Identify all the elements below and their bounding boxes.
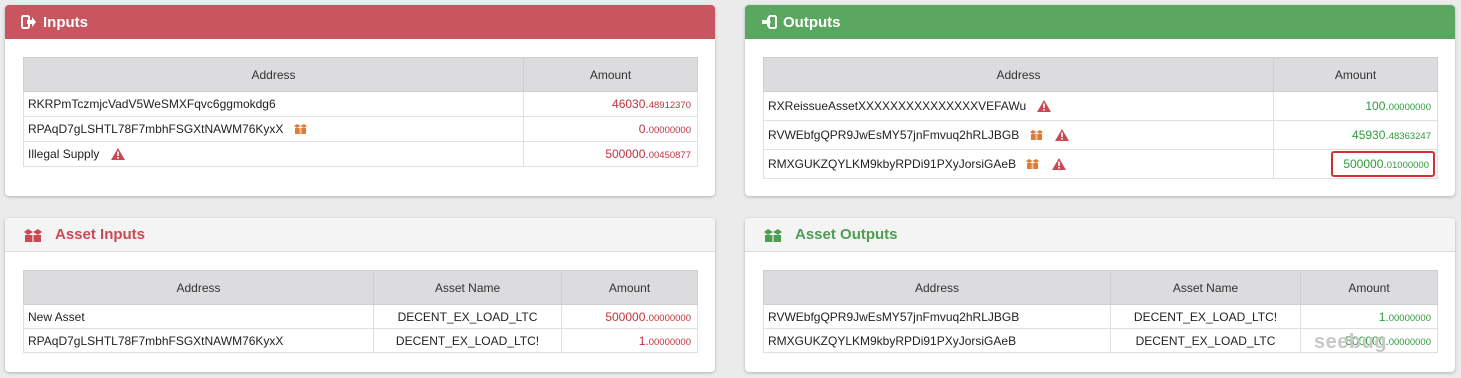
inputs-table: Address Amount RKRPmTczmjcVadV5WeSMXFqvc… <box>23 57 698 167</box>
amount-cell: 1.00000000 <box>1300 304 1438 329</box>
sign-in-icon <box>762 15 777 29</box>
address-link[interactable]: RVWEbfgQPR9JwEsMY57jnFmvuq2hRLJBGB <box>768 128 1019 142</box>
address-column-header: Address <box>763 57 1274 92</box>
warning-icon <box>110 148 125 160</box>
asset-name-column-header: Asset Name <box>373 270 562 305</box>
table-header-row: Address Asset Name Amount <box>23 270 698 305</box>
asset-name-link[interactable]: DECENT_EX_LOAD_LTC <box>398 310 538 324</box>
amount-column-header: Amount <box>1273 57 1438 92</box>
table-header-row: Address Asset Name Amount <box>763 270 1438 305</box>
amount-column-header: Amount <box>1300 270 1438 305</box>
box-icon <box>293 124 307 134</box>
table-header-row: Address Amount <box>23 57 698 92</box>
address-label: Illegal Supply <box>28 147 100 161</box>
table-row: RPAqD7gLSHTL78F7mbhFSGXtNAWM76KyxX DECEN… <box>23 328 698 353</box>
warning-icon <box>1037 100 1052 112</box>
table-row: RXReissueAssetXXXXXXXXXXXXXXXVEFAWu 100.… <box>763 91 1438 121</box>
table-row: RPAqD7gLSHTL78F7mbhFSGXtNAWM76KyxX 0.000… <box>23 116 698 142</box>
amount-cell: 500000.00450877 <box>523 141 698 167</box>
table-row: RVWEbfgQPR9JwEsMY57jnFmvuq2hRLJBGB DECEN… <box>763 304 1438 329</box>
address-link[interactable]: RMXGUKZQYLKM9kbyRPDi91PXyJorsiGAeB <box>768 334 1016 348</box>
inputs-title: Inputs <box>43 13 88 31</box>
table-header-row: Address Amount <box>763 57 1438 92</box>
asset-name-link[interactable]: DECENT_EX_LOAD_LTC! <box>1134 310 1277 324</box>
amount-cell: 46030.48912370 <box>523 91 698 117</box>
asset-name-link[interactable]: DECENT_EX_LOAD_LTC! <box>396 334 539 348</box>
asset-inputs-table: Address Asset Name Amount New Asset DECE… <box>23 270 698 353</box>
asset-inputs-title: Asset Inputs <box>55 226 146 243</box>
address-column-header: Address <box>23 57 524 92</box>
boxes-icon <box>764 228 782 242</box>
address-link[interactable]: RKRPmTczmjcVadV5WeSMXFqvc6ggmokdg6 <box>28 97 276 111</box>
asset-inputs-header: Asset Inputs <box>5 218 715 252</box>
box-icon <box>1029 130 1043 140</box>
table-row: RKRPmTczmjcVadV5WeSMXFqvc6ggmokdg6 46030… <box>23 91 698 117</box>
address-link[interactable]: RPAqD7gLSHTL78F7mbhFSGXtNAWM76KyxX <box>28 122 283 136</box>
outputs-title: Outputs <box>783 13 841 31</box>
amount-cell: 100.00000000 <box>1273 91 1438 121</box>
asset-outputs-title: Asset Outputs <box>795 226 898 243</box>
address-column-header: Address <box>763 270 1111 305</box>
address-link[interactable]: RMXGUKZQYLKM9kbyRPDi91PXyJorsiGAeB <box>768 157 1016 171</box>
address-link[interactable]: RPAqD7gLSHTL78F7mbhFSGXtNAWM76KyxX <box>28 334 283 348</box>
table-row: RVWEbfgQPR9JwEsMY57jnFmvuq2hRLJBGB 45930… <box>763 120 1438 150</box>
amount-column-header: Amount <box>561 270 698 305</box>
outputs-panel: Outputs Address Amount RXReissueAssetXXX… <box>745 5 1455 196</box>
warning-icon <box>1051 158 1066 170</box>
asset-name-link[interactable]: DECENT_EX_LOAD_LTC <box>1136 334 1276 348</box>
amount-cell: 1.00000000 <box>561 328 698 353</box>
table-row: RMXGUKZQYLKM9kbyRPDi91PXyJorsiGAeB 50000… <box>763 149 1438 179</box>
address-label: New Asset <box>28 309 85 324</box>
asset-name-column-header: Asset Name <box>1110 270 1301 305</box>
address-link[interactable]: RXReissueAssetXXXXXXXXXXXXXXXVEFAWu <box>768 99 1026 113</box>
sign-out-icon <box>21 15 36 29</box>
boxes-icon <box>24 228 42 242</box>
amount-cell: 500000.00000000 <box>561 304 698 329</box>
amount-cell: 500000.01000000 <box>1273 149 1438 179</box>
box-icon <box>1026 159 1040 169</box>
amount-cell: 0.00000000 <box>523 116 698 142</box>
highlight-box: 500000.01000000 <box>1331 151 1435 177</box>
amount-cell: 45930.48363247 <box>1273 120 1438 150</box>
address-link[interactable]: RVWEbfgQPR9JwEsMY57jnFmvuq2hRLJBGB <box>768 310 1019 324</box>
asset-outputs-header: Asset Outputs <box>745 218 1455 252</box>
amount-column-header: Amount <box>523 57 698 92</box>
table-row: New Asset DECENT_EX_LOAD_LTC 500000.0000… <box>23 304 698 329</box>
inputs-header: Inputs <box>5 5 715 39</box>
inputs-panel: Inputs Address Amount RKRPmTczmjcVadV5We… <box>5 5 715 196</box>
address-column-header: Address <box>23 270 374 305</box>
asset-inputs-panel: Asset Inputs Address Asset Name Amount N… <box>5 218 715 372</box>
warning-icon <box>1054 129 1069 141</box>
outputs-table: Address Amount RXReissueAssetXXXXXXXXXXX… <box>763 57 1438 179</box>
outputs-header: Outputs <box>745 5 1455 39</box>
seebug-watermark: seebug <box>1314 331 1388 353</box>
table-row: Illegal Supply 500000.00450877 <box>23 141 698 167</box>
